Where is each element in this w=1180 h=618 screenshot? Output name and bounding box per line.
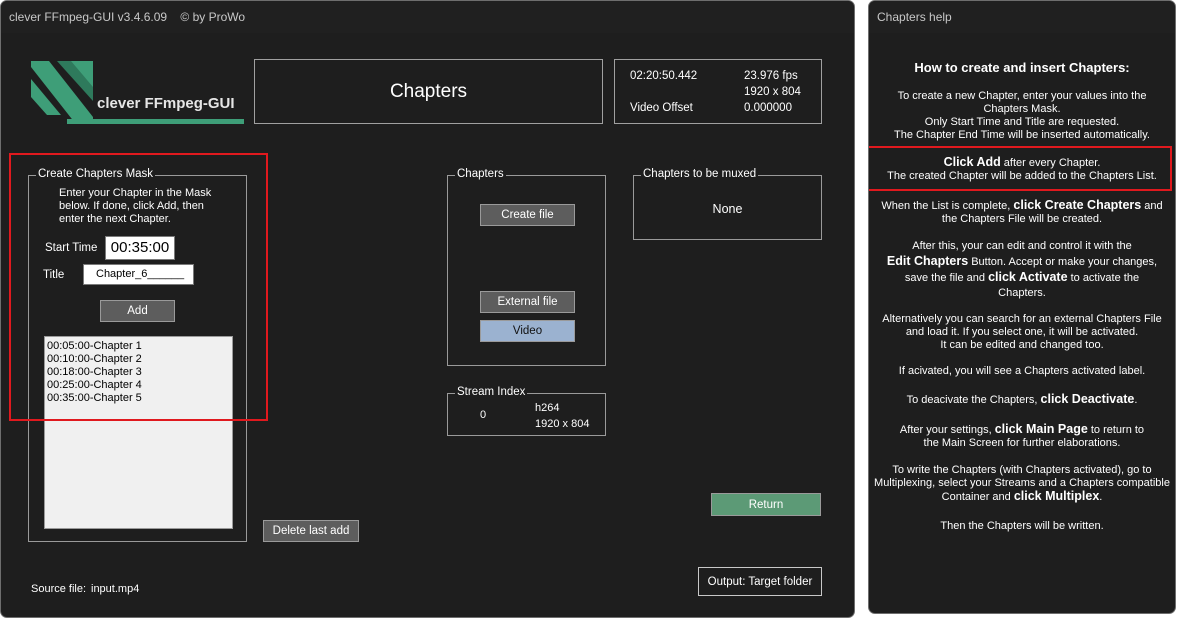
help-paragraph-5: Alternatively you can search for an exte… xyxy=(882,313,1162,351)
delete-last-add-button[interactable]: Delete last add xyxy=(263,520,359,542)
highlight-create-mask xyxy=(9,153,268,421)
muxed-value: None xyxy=(712,202,743,216)
help-paragraph-6: If acivated, you will see a Chapters act… xyxy=(898,365,1146,377)
chapters-to-be-muxed-group: Chapters to be muxed None xyxy=(633,168,822,240)
app-logo: clever FFmpeg-GUI xyxy=(27,57,247,127)
stream-resolution: 1920 x 804 xyxy=(535,418,590,430)
help-window: Chapters help How to create and insert C… xyxy=(868,0,1176,614)
help-paragraph-3: When the List is complete, click Create … xyxy=(881,198,1163,226)
chapters-group: Chapters Create file External file Video xyxy=(447,168,606,366)
return-button[interactable]: Return xyxy=(711,493,821,516)
help-paragraph-10: Then the Chapters will be written. xyxy=(940,520,1104,532)
page-title-box: Chapters xyxy=(254,59,603,124)
stream-codec: h264 xyxy=(535,402,560,414)
video-button[interactable]: Video xyxy=(480,320,575,342)
main-window: clever FFmpeg-GUI v3.4.6.09 © by ProWo c… xyxy=(0,0,855,618)
help-paragraph-8: After your settings, click Main Page to … xyxy=(899,422,1145,450)
stream-index-legend: Stream Index xyxy=(455,386,528,398)
help-title-bar: Chapters help xyxy=(869,1,1175,33)
main-title-bar: clever FFmpeg-GUI v3.4.6.09 © by ProWo xyxy=(1,1,854,33)
page-title: Chapters xyxy=(389,80,468,102)
duration-text: 02:20:50.442 xyxy=(630,70,698,82)
video-offset-label: Video Offset xyxy=(630,102,693,114)
logo-text: clever FFmpeg-GUI xyxy=(97,95,235,112)
video-info-box: 02:20:50.442 23.976 fps 1920 x 804 Video… xyxy=(614,59,822,124)
stream-index-value: 0 xyxy=(480,409,487,421)
help-heading: How to create and insert Chapters: xyxy=(914,60,1130,75)
source-file-value: input.mp4 xyxy=(91,583,140,595)
help-paragraph-9: To write the Chapters (with Chapters act… xyxy=(874,464,1170,503)
window-title: clever FFmpeg-GUI v3.4.6.09 © by ProWo xyxy=(9,10,246,24)
chapters-legend: Chapters xyxy=(455,168,506,180)
output-target-folder-button[interactable]: Output: Target folder xyxy=(698,567,822,596)
help-paragraph-7: To deacivate the Chapters, click Deactiv… xyxy=(906,392,1138,407)
resolution-text: 1920 x 804 xyxy=(744,86,801,98)
highlight-click-add xyxy=(869,146,1172,191)
create-file-button[interactable]: Create file xyxy=(480,204,575,226)
video-offset-value: 0.000000 xyxy=(744,102,792,114)
source-file-label: Source file: xyxy=(31,583,87,595)
help-paragraph-4: After this, your can edit and control it… xyxy=(886,240,1158,299)
help-window-title: Chapters help xyxy=(877,10,952,24)
chapters-to-be-muxed-legend: Chapters to be muxed xyxy=(641,168,759,180)
external-file-button[interactable]: External file xyxy=(480,291,575,313)
logo-underline xyxy=(67,119,244,124)
logo-icon xyxy=(31,61,93,123)
stream-index-group: Stream Index 0 h264 1920 x 804 xyxy=(447,386,606,436)
help-paragraph-1: To create a new Chapter, enter your valu… xyxy=(894,90,1150,141)
fps-text: 23.976 fps xyxy=(744,70,798,82)
